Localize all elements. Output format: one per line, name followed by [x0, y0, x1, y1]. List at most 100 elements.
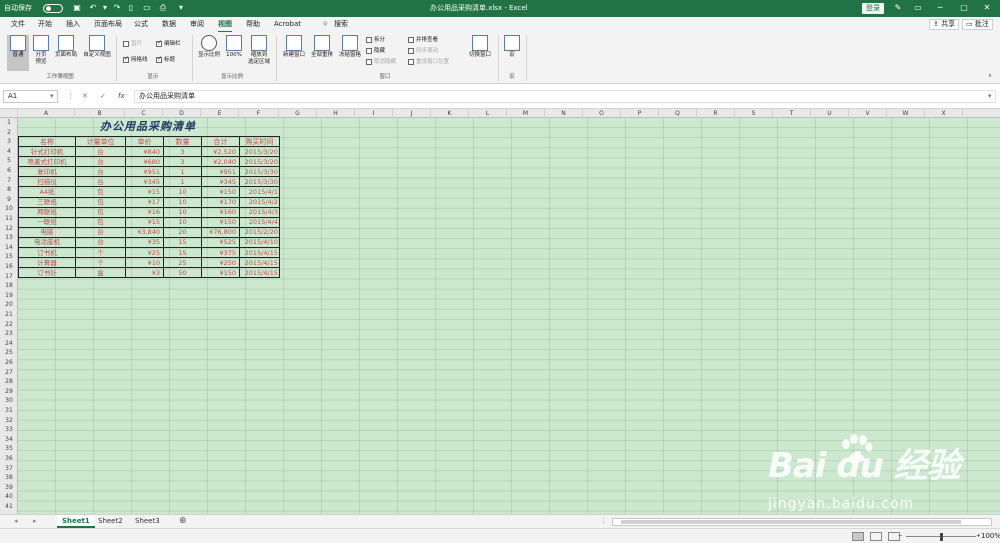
table-cell[interactable]: 2015/4/4	[239, 216, 280, 228]
tab-page-layout[interactable]: 页面布局	[94, 20, 122, 29]
table-cell[interactable]: 电脑	[18, 226, 76, 238]
page-layout-button[interactable]: 页面布局	[53, 35, 79, 71]
column-header[interactable]: E	[201, 109, 239, 118]
table-cell[interactable]: ¥345	[201, 176, 240, 188]
column-header[interactable]: H	[317, 109, 355, 118]
row-header[interactable]: 16	[0, 262, 18, 272]
table-cell[interactable]: 2015/4/10	[239, 236, 280, 249]
column-header[interactable]: I	[355, 109, 393, 118]
arrange-all-button[interactable]: 全部重排	[309, 35, 335, 71]
table-cell[interactable]: ¥170	[201, 196, 240, 208]
comments-button[interactable]: ▭ 批注	[962, 19, 993, 30]
row-header[interactable]: 8	[0, 185, 18, 195]
tab-formulas[interactable]: 公式	[134, 20, 148, 29]
row-header[interactable]: 12	[0, 224, 18, 234]
table-cell[interactable]: 20	[163, 226, 202, 238]
table-cell[interactable]: 包	[75, 206, 126, 218]
table-cell[interactable]: 10	[163, 216, 202, 228]
horizontal-scrollbar[interactable]	[612, 518, 992, 526]
close-button[interactable]: ✕	[980, 2, 994, 14]
table-cell[interactable]: ¥680	[125, 156, 164, 168]
minimize-button[interactable]: ─	[933, 2, 947, 14]
maximize-button[interactable]: ▢	[957, 2, 971, 14]
table-cell[interactable]: 包	[75, 186, 126, 198]
table-cell[interactable]: 包	[75, 196, 126, 208]
hide-button[interactable]: 隐藏	[366, 47, 385, 55]
table-cell[interactable]: 10	[163, 206, 202, 218]
table-cell[interactable]: 针式打印机	[18, 146, 76, 158]
normal-view-status-icon[interactable]	[852, 532, 864, 541]
headings-checkbox[interactable]: 标题	[156, 55, 175, 64]
login-button[interactable]: 登录	[862, 3, 884, 14]
page-layout-status-icon[interactable]	[870, 532, 882, 541]
column-header[interactable]: S	[735, 109, 773, 118]
row-header[interactable]: 7	[0, 176, 18, 186]
table-cell[interactable]: 名称	[18, 135, 76, 148]
table-cell[interactable]: 3	[163, 146, 202, 158]
row-header[interactable]: 35	[0, 444, 18, 454]
table-cell[interactable]: 一联纸	[18, 216, 76, 228]
collapse-ribbon-icon[interactable]: ∧	[988, 72, 992, 80]
table-cell[interactable]: 订书针	[18, 267, 76, 279]
unhide-button[interactable]: 取消隐藏	[366, 58, 396, 66]
row-header[interactable]: 36	[0, 454, 18, 464]
table-cell[interactable]: 单价	[125, 135, 164, 148]
tab-help[interactable]: 帮助	[246, 20, 260, 29]
prev-sheet-icon[interactable]: ◂	[14, 516, 18, 527]
row-header[interactable]: 41	[0, 502, 18, 512]
new-window-button[interactable]: 新建窗口	[281, 35, 307, 71]
open-file-icon[interactable]: ▭	[142, 3, 152, 13]
reset-window-position-button[interactable]: 重设窗口位置	[408, 58, 449, 66]
row-header[interactable]: 28	[0, 377, 18, 387]
macros-button[interactable]: 宏	[502, 35, 522, 71]
column-header[interactable]: C	[125, 109, 163, 118]
table-cell[interactable]: ¥16	[125, 206, 164, 218]
row-header[interactable]: 29	[0, 387, 18, 397]
table-cell[interactable]: 3	[163, 156, 202, 168]
table-cell[interactable]: ¥2,040	[201, 156, 240, 168]
table-cell[interactable]: 台	[75, 156, 126, 168]
tab-view[interactable]: 视图	[218, 20, 232, 33]
name-box-dropdown-icon[interactable]: ▾	[50, 90, 54, 103]
column-header[interactable]: K	[431, 109, 469, 118]
row-header[interactable]: 25	[0, 348, 18, 358]
column-header[interactable]: V	[849, 109, 887, 118]
row-header[interactable]: 23	[0, 329, 18, 339]
cancel-icon[interactable]: ✕	[82, 90, 88, 103]
redo-icon[interactable]: ↷	[112, 3, 122, 13]
row-header[interactable]: 39	[0, 483, 18, 493]
table-cell[interactable]: 2015/3/30	[239, 166, 280, 178]
table-cell[interactable]: 个	[75, 247, 126, 259]
gridlines-checkbox[interactable]: 网格线	[123, 55, 148, 64]
split-button[interactable]: 拆分	[366, 36, 385, 44]
table-cell[interactable]: ¥250	[201, 257, 240, 269]
table-cell[interactable]: 2015/4/1	[239, 186, 280, 198]
table-cell[interactable]: ¥2,520	[201, 146, 240, 158]
row-header[interactable]: 32	[0, 416, 18, 426]
row-header[interactable]: 5	[0, 156, 18, 166]
sheet-tab-3[interactable]: Sheet3	[130, 515, 165, 528]
column-header[interactable]: O	[583, 109, 621, 118]
row-header[interactable]: 14	[0, 243, 18, 253]
table-cell[interactable]: ¥160	[201, 206, 240, 218]
row-header[interactable]: 20	[0, 300, 18, 310]
zoom-slider-knob[interactable]	[940, 533, 943, 541]
column-header[interactable]: R	[697, 109, 735, 118]
row-header[interactable]: 31	[0, 406, 18, 416]
table-cell[interactable]: 2015/3/30	[239, 176, 280, 188]
table-cell[interactable]: 台	[75, 176, 126, 188]
table-cell[interactable]: 喷墨式打印机	[18, 156, 76, 168]
table-cell[interactable]: 50	[163, 267, 202, 279]
tab-home[interactable]: 开始	[38, 20, 52, 29]
table-cell[interactable]: 数量	[163, 135, 202, 148]
autosave-toggle[interactable]	[43, 4, 63, 13]
table-cell[interactable]: 2015/2/20	[239, 226, 280, 238]
row-header[interactable]: 34	[0, 435, 18, 445]
table-cell[interactable]: ¥150	[201, 186, 240, 198]
row-header[interactable]: 10	[0, 204, 18, 214]
switch-windows-button[interactable]: 切换窗口	[466, 35, 494, 71]
table-cell[interactable]: 2015/3/20	[239, 146, 280, 158]
table-cell[interactable]: 2015/3/20	[239, 156, 280, 168]
row-header[interactable]: 19	[0, 291, 18, 301]
row-header[interactable]: 11	[0, 214, 18, 224]
